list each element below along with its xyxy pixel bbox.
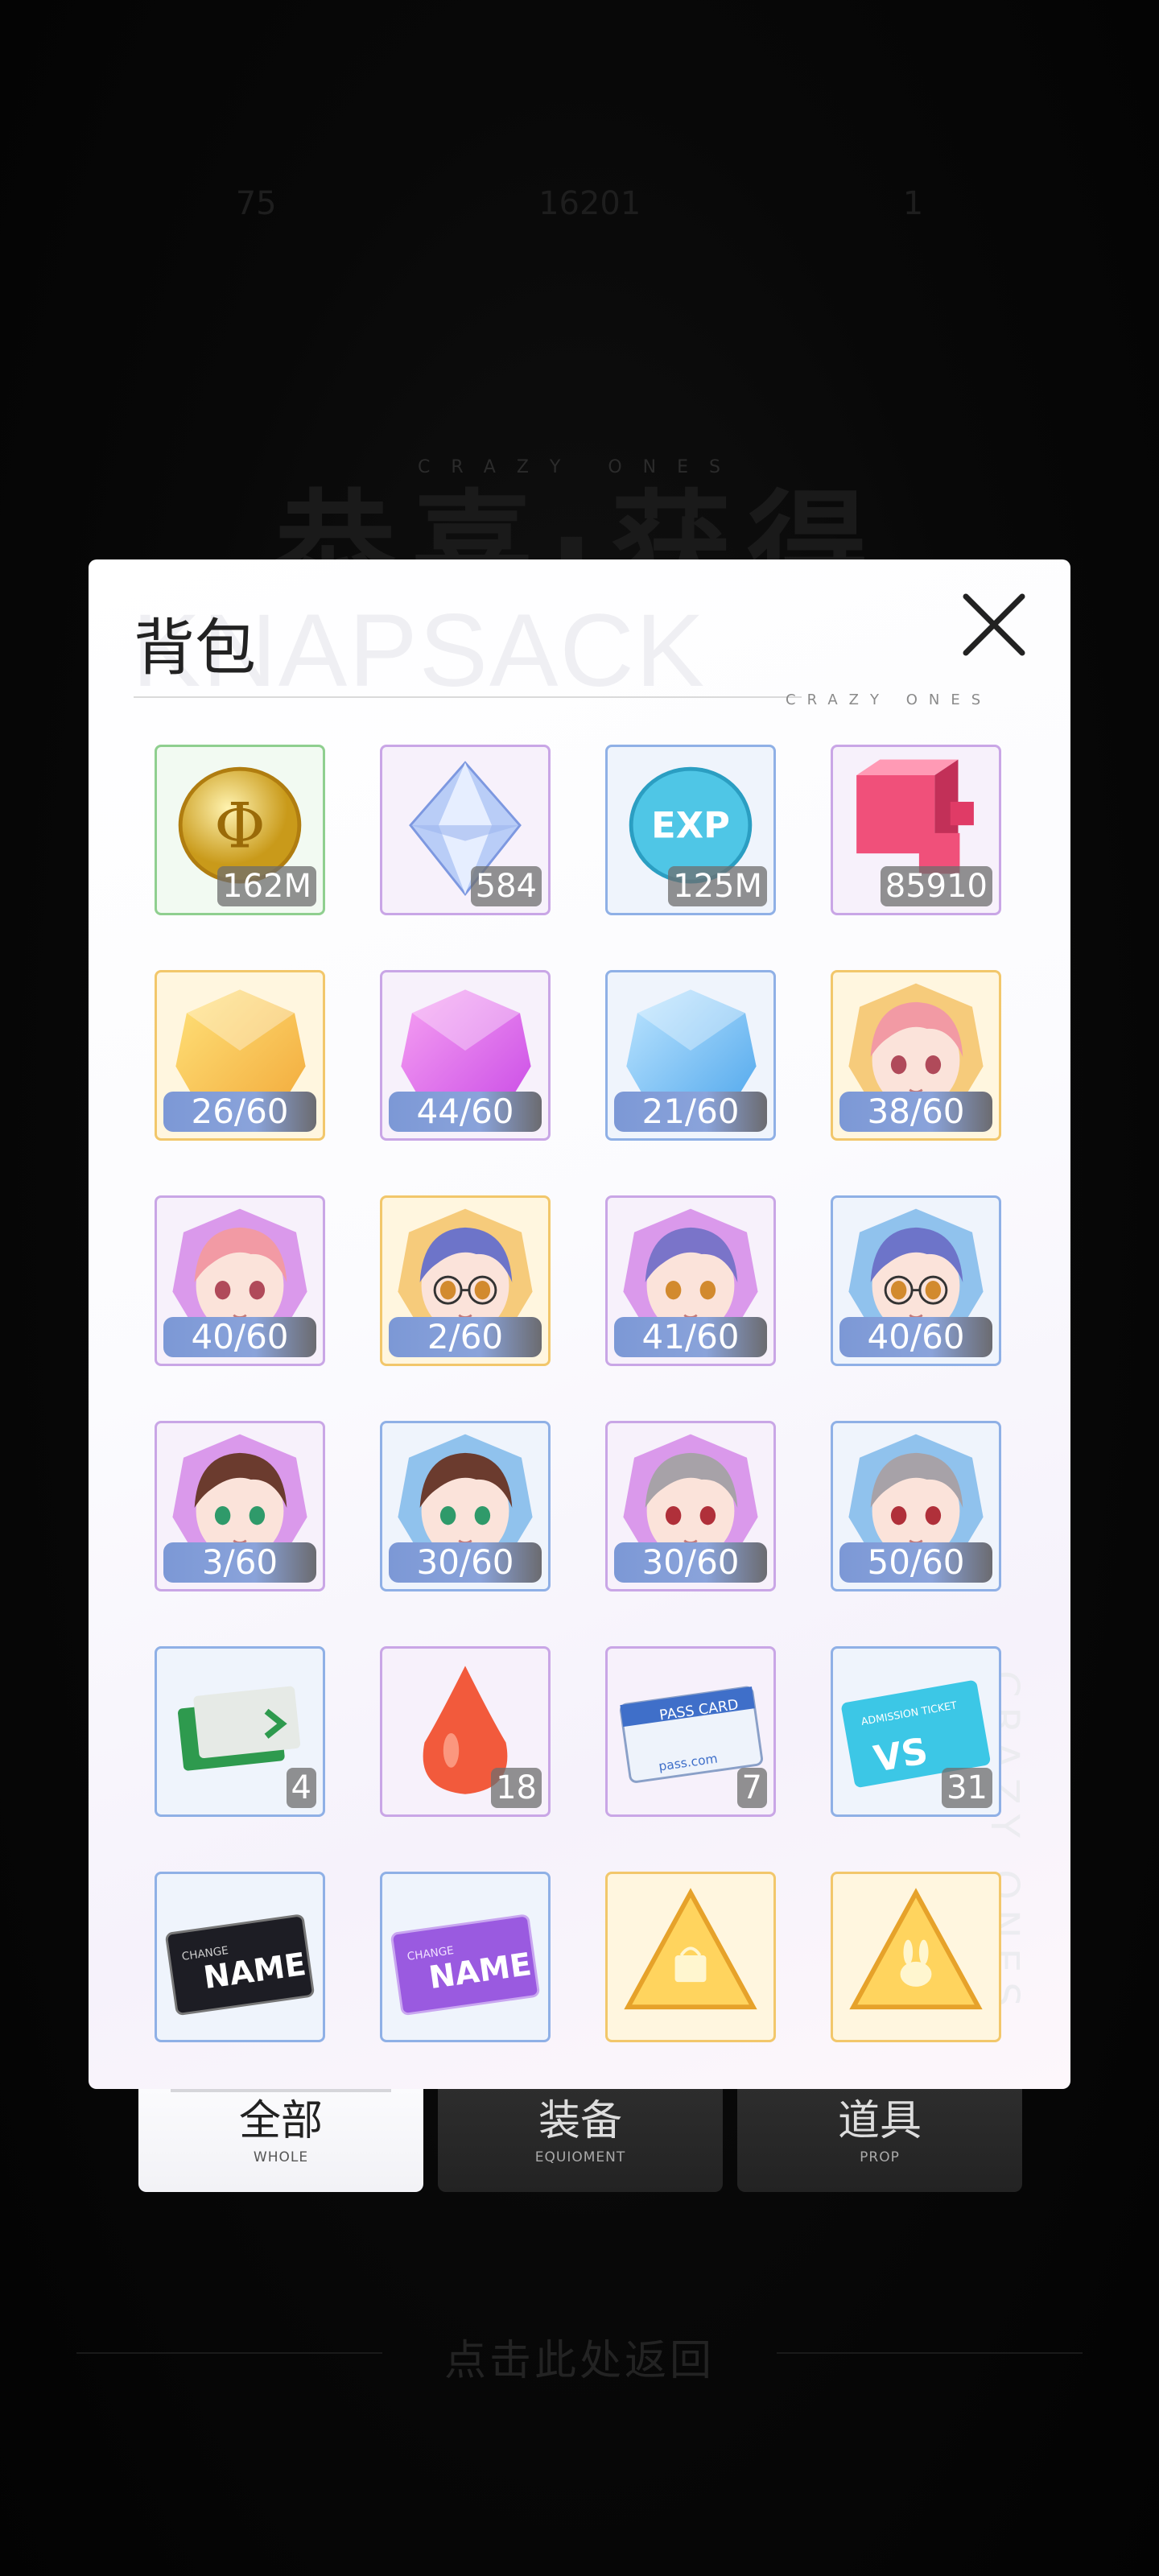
- item-slot-brown-hair-purple-fragment[interactable]: 3/60: [155, 1421, 325, 1591]
- bg-stat: 1: [902, 185, 924, 222]
- svg-text:EXP: EXP: [651, 805, 730, 847]
- item-slot-diamond-crystal[interactable]: 584: [380, 745, 551, 915]
- tab-bar: 全部 WHOLE 装备 EQUIOMENT 道具 PROP: [138, 2089, 1022, 2194]
- item-slot-pink-hair-purple-fragment[interactable]: 40/60: [155, 1195, 325, 1366]
- fragment-progress: 38/60: [839, 1092, 992, 1132]
- item-slot-black-name-card[interactable]: CHANGE NAME: [155, 1872, 325, 2042]
- tab-label: 全部: [238, 2097, 323, 2145]
- item-quantity: 85910: [880, 866, 992, 906]
- title-divider: [134, 696, 802, 698]
- fragment-progress: 26/60: [163, 1092, 316, 1132]
- item-slot-gold-bunny-box[interactable]: [831, 1872, 1001, 2042]
- tab-sublabel: PROP: [860, 2149, 900, 2165]
- item-slot-exp-coin[interactable]: EXP 125M: [605, 745, 776, 915]
- item-slot-brown-hair-blue-fragment[interactable]: 30/60: [380, 1421, 551, 1591]
- item-slot-purple-fragment[interactable]: 44/60: [380, 970, 551, 1141]
- fragment-progress: 30/60: [614, 1542, 767, 1583]
- item-slot-red-cubes[interactable]: 85910: [831, 745, 1001, 915]
- item-slot-purple-name-card[interactable]: CHANGE NAME: [380, 1872, 551, 2042]
- item-slot-gold-coin[interactable]: Φ 162M: [155, 745, 325, 915]
- item-slot-red-drop[interactable]: 18: [380, 1646, 551, 1817]
- item-slot-glasses-gold-fragment[interactable]: 2/60: [380, 1195, 551, 1366]
- svg-text:Φ: Φ: [214, 790, 266, 862]
- knapsack-panel: KNAPSACK 背包 CRAZY ONES CRAZY ONES Φ 162M …: [89, 559, 1070, 2089]
- tab-label: 装备: [538, 2097, 622, 2145]
- return-hint[interactable]: 点击此处返回: [0, 2326, 1159, 2387]
- tab-whole[interactable]: 全部 WHOLE: [138, 2089, 423, 2192]
- item-slot-green-ticket[interactable]: 4: [155, 1646, 325, 1817]
- tab-equipment[interactable]: 装备 EQUIOMENT: [438, 2089, 723, 2192]
- item-slot-gold-fragment[interactable]: 26/60: [155, 970, 325, 1141]
- item-slot-silver-hair-purple-fragment[interactable]: 30/60: [605, 1421, 776, 1591]
- item-quantity: 18: [491, 1768, 542, 1808]
- panel-title: 背包: [134, 612, 256, 683]
- panel-tag: CRAZY ONES: [786, 691, 992, 708]
- item-grid: Φ 162M 584 EXP 125M 85910 26/60 44/60 21/6…: [155, 745, 1008, 2081]
- fragment-progress: 2/60: [389, 1317, 542, 1357]
- item-slot-blue-fragment[interactable]: 21/60: [605, 970, 776, 1141]
- tab-prop[interactable]: 道具 PROP: [737, 2089, 1022, 2192]
- item-slot-vs-ticket[interactable]: ADMISSION TICKET VS 31: [831, 1646, 1001, 1817]
- item-slot-pass-card[interactable]: PASS CARD pass.com 7: [605, 1646, 776, 1817]
- item-slot-purple-hair-purple-fragment[interactable]: 41/60: [605, 1195, 776, 1366]
- fragment-progress: 40/60: [839, 1317, 992, 1357]
- item-quantity: 7: [736, 1768, 767, 1808]
- black-name-card-icon: CHANGE NAME: [157, 1874, 323, 2040]
- item-quantity: 125M: [668, 866, 767, 906]
- item-quantity: 162M: [217, 866, 316, 906]
- item-slot-pink-hair-gold-fragment[interactable]: 38/60: [831, 970, 1001, 1141]
- close-icon: [963, 593, 1025, 656]
- item-slot-glasses-blue-fragment[interactable]: 40/60: [831, 1195, 1001, 1366]
- tab-sublabel: EQUIOMENT: [534, 2149, 626, 2165]
- fragment-progress: 30/60: [389, 1542, 542, 1583]
- background-top-stats: 75 16201 1: [105, 185, 1054, 230]
- fragment-progress: 3/60: [163, 1542, 316, 1583]
- fragment-progress: 40/60: [163, 1317, 316, 1357]
- fragment-progress: 21/60: [614, 1092, 767, 1132]
- item-quantity: 31: [942, 1768, 992, 1808]
- fragment-progress: 44/60: [389, 1092, 542, 1132]
- tab-sublabel: WHOLE: [253, 2149, 309, 2165]
- item-quantity: 4: [286, 1768, 316, 1808]
- fragment-progress: 41/60: [614, 1317, 767, 1357]
- fragment-progress: 50/60: [839, 1542, 992, 1583]
- tab-label: 道具: [837, 2097, 922, 2145]
- gold-bag-box-icon: [608, 1874, 773, 2040]
- purple-name-card-icon: CHANGE NAME: [382, 1874, 548, 2040]
- item-quantity: 584: [470, 866, 542, 906]
- close-button[interactable]: [958, 588, 1030, 661]
- item-slot-gold-bag-box[interactable]: [605, 1872, 776, 2042]
- item-slot-silver-hair-blue-fragment[interactable]: 50/60: [831, 1421, 1001, 1591]
- active-tab-indicator: [171, 2089, 391, 2092]
- bg-stat: 75: [235, 185, 277, 222]
- gold-bunny-box-icon: [833, 1874, 999, 2040]
- bg-stat: 16201: [538, 185, 641, 222]
